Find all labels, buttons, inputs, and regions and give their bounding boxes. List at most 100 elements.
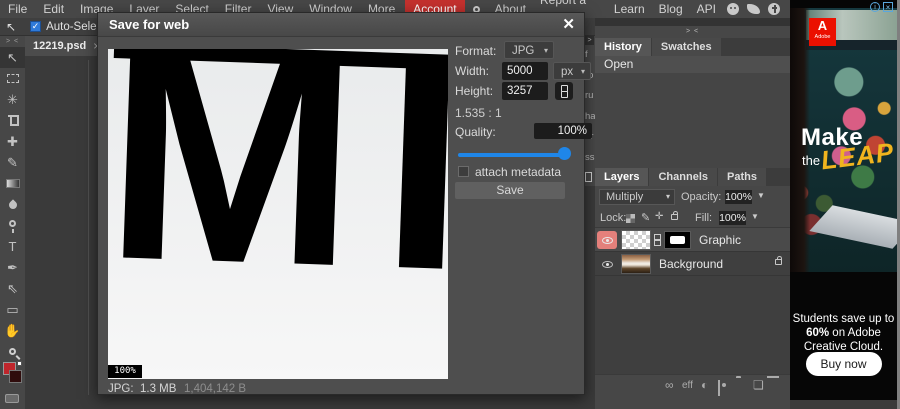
link-dimensions-button[interactable]: [555, 82, 573, 100]
menu-api[interactable]: API: [690, 0, 723, 18]
add-mask-icon[interactable]: [718, 380, 720, 396]
quality-slider-track[interactable]: [458, 153, 570, 157]
gradient-tool[interactable]: [0, 173, 25, 194]
metadata-label: attach metadata: [475, 165, 562, 179]
document-tab[interactable]: 12219.psd ×: [25, 36, 109, 56]
fill-value[interactable]: 100%: [719, 211, 746, 225]
tab-channels[interactable]: Channels: [649, 168, 717, 186]
facebook-icon[interactable]: [768, 3, 780, 15]
width-input[interactable]: 5000: [502, 62, 548, 80]
menu-edit[interactable]: Edit: [35, 0, 72, 18]
adjustment-layer-icon[interactable]: ◐: [701, 378, 708, 393]
move-tool[interactable]: ↖: [0, 47, 25, 68]
quality-input[interactable]: 100%: [534, 123, 592, 139]
layer-name[interactable]: Background: [659, 257, 723, 271]
layer-mask-thumbnail[interactable]: [664, 231, 691, 249]
lock-row: Lock: ✎ ✛ Fill: 100% ▼: [595, 208, 790, 228]
unit-select[interactable]: px ▾: [553, 62, 591, 80]
image-preview[interactable]: MI 100%: [108, 49, 448, 379]
visibility-toggle[interactable]: [597, 231, 617, 249]
history-item-open[interactable]: Open: [595, 56, 790, 73]
hand-tool[interactable]: ✋: [0, 320, 25, 341]
crop-tool[interactable]: [0, 110, 25, 131]
format-arrow-icon: ▾: [543, 46, 548, 55]
rectangle-tool[interactable]: ▭: [0, 299, 25, 320]
adobe-logo-mark: A: [817, 18, 828, 33]
lock-all-icon[interactable]: [671, 211, 678, 220]
quality-slider-knob[interactable]: [558, 147, 571, 160]
buy-now-button[interactable]: Buy now: [805, 352, 882, 376]
menu-learn[interactable]: Learn: [607, 0, 652, 18]
blur-drop-icon: [6, 198, 19, 211]
layer-thumbnail[interactable]: [621, 230, 651, 250]
dodge-icon: [9, 220, 16, 233]
path-select-tool[interactable]: ⇖: [0, 278, 25, 299]
rect-select-tool[interactable]: [0, 68, 25, 89]
brush-tool[interactable]: ✎: [0, 152, 25, 173]
preview-letters: MI: [108, 49, 448, 335]
status-byte-count: 1,404,142 B: [184, 383, 247, 395]
dialog-header[interactable]: Save for web ✕: [98, 13, 584, 37]
layer-name[interactable]: Graphic: [699, 233, 741, 247]
adchoices-info-icon[interactable]: i: [870, 2, 880, 12]
zoom-tool[interactable]: [0, 341, 25, 362]
link-layers-icon[interactable]: ∞: [665, 378, 674, 393]
toolbar-collapse[interactable]: > <: [0, 36, 25, 47]
panel-collapse-icon[interactable]: >: [585, 36, 594, 45]
save-button[interactable]: Save: [455, 182, 565, 199]
tab-layers[interactable]: Layers: [595, 168, 649, 186]
zoom-icon: [9, 348, 16, 355]
dialog-close-icon[interactable]: ✕: [562, 15, 575, 33]
opacity-value[interactable]: 100%: [725, 190, 752, 204]
lock-transparency-icon[interactable]: [626, 214, 635, 223]
document-edge-line: [88, 60, 89, 395]
opacity-arrow-icon[interactable]: ▼: [757, 191, 765, 200]
magic-wand-tool[interactable]: ✳: [0, 89, 25, 110]
ad-close-icon[interactable]: ×: [883, 2, 893, 12]
blur-tool[interactable]: [0, 194, 25, 215]
active-tool-icon: ↖: [6, 19, 17, 34]
height-input[interactable]: 3257: [502, 82, 548, 100]
pen-icon: ✒: [7, 260, 18, 275]
ad-line-2: on Adobe: [829, 327, 881, 339]
lock-paint-icon[interactable]: ✎: [641, 211, 650, 224]
background-color-swatch[interactable]: [9, 370, 22, 383]
metadata-checkbox[interactable]: [458, 166, 469, 177]
aspect-ratio-value: 1.535 : 1: [455, 106, 502, 120]
marquee-icon: [6, 74, 19, 83]
new-layer-icon[interactable]: ❏: [753, 378, 764, 393]
advertisement[interactable]: A Adobe i × Make the LEAP Students save …: [790, 0, 897, 400]
reddit-icon[interactable]: [727, 3, 739, 15]
layer-row-background[interactable]: Background: [595, 252, 790, 276]
height-label: Height:: [455, 84, 494, 98]
type-tool[interactable]: T: [0, 236, 25, 257]
unit-value: px: [561, 66, 574, 78]
default-colors-icon[interactable]: [17, 361, 22, 366]
menu-file[interactable]: File: [0, 0, 35, 18]
panel-collapse-control[interactable]: > <: [595, 26, 790, 38]
twitter-icon[interactable]: [747, 4, 760, 14]
tab-history[interactable]: History: [595, 38, 651, 56]
layer-effects-icon[interactable]: eff: [682, 378, 693, 393]
blend-mode-select[interactable]: Multiply ▾: [599, 189, 675, 205]
lock-move-icon[interactable]: ✛: [655, 211, 663, 222]
type-icon: T: [8, 239, 17, 254]
tab-swatches[interactable]: Swatches: [651, 38, 721, 56]
quick-mask-button[interactable]: [5, 394, 19, 403]
format-select[interactable]: JPG ▾: [504, 41, 554, 59]
layer-row-graphic[interactable]: Graphic: [595, 228, 790, 252]
mask-link-icon[interactable]: [654, 234, 661, 246]
ad-body-text: Students save up to 60% on Adobe Creativ…: [790, 312, 897, 354]
menu-blog[interactable]: Blog: [652, 0, 690, 18]
tab-paths[interactable]: Paths: [718, 168, 766, 186]
ad-line-1: Students save up to: [792, 313, 895, 325]
eye-icon: [601, 260, 613, 268]
ad-discount: 60%: [806, 327, 830, 339]
layer-thumbnail[interactable]: [621, 254, 651, 274]
fill-arrow-icon[interactable]: ▼: [751, 212, 759, 221]
healing-brush-tool[interactable]: ✚: [0, 131, 25, 152]
visibility-toggle[interactable]: [597, 255, 617, 273]
pen-tool[interactable]: ✒: [0, 257, 25, 278]
dodge-tool[interactable]: [0, 215, 25, 236]
auto-select-checkbox[interactable]: ✓: [30, 21, 42, 32]
